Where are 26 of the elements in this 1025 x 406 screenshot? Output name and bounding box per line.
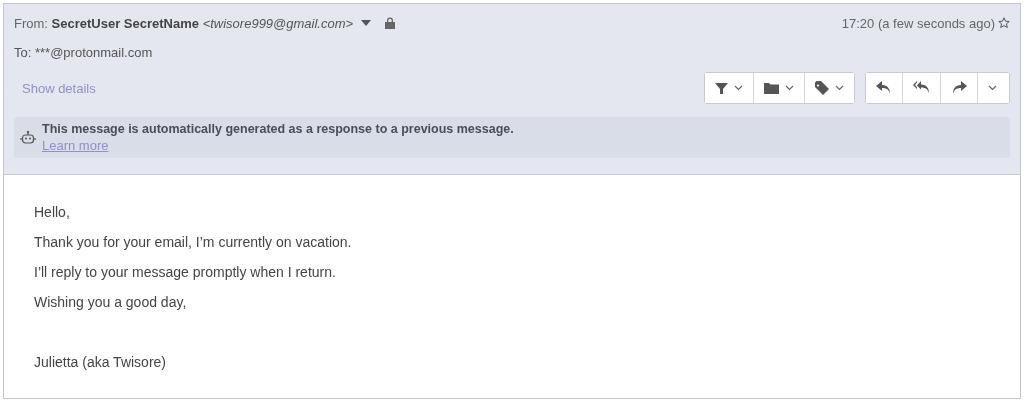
from-line: From: SecretUser SecretName <twisore999@gmail.com>	[14, 15, 354, 31]
filter-icon	[715, 81, 728, 95]
message-line: I’ll reply to your message promptly when I return.	[34, 264, 337, 281]
message-line: Thank you for your email, I’m currently on vacation.	[34, 234, 353, 251]
reply-icon	[876, 81, 892, 95]
signature: Julietta (aka Twisore)	[34, 354, 167, 371]
message-line: Hello,	[34, 204, 71, 221]
message-line: Wishing you a good day,	[34, 294, 188, 311]
recipient-line: To: ***@protonmail.com	[14, 45, 154, 60]
chevron-icon	[835, 85, 844, 91]
forward-icon	[951, 81, 967, 95]
chevron-icon	[988, 85, 997, 91]
lock-icon	[385, 17, 396, 29]
chevron-icon	[785, 85, 794, 91]
star-icon[interactable]	[998, 17, 1010, 29]
learn-more-link[interactable]: Learn more	[42, 138, 109, 153]
banner-message: This message is automatically generated as a response to a previous message.	[42, 122, 514, 136]
robot-icon	[20, 130, 36, 146]
caret-icon[interactable]	[361, 20, 372, 26]
label-button[interactable]	[804, 73, 854, 103]
timestamp: 17:20 (a few seconds ago)	[841, 15, 995, 31]
folder-icon	[764, 82, 779, 94]
reply-all-icon	[913, 81, 930, 95]
chevron-icon	[734, 85, 743, 91]
show-details-link[interactable]: Show details	[22, 80, 96, 96]
tag-icon	[815, 81, 829, 95]
